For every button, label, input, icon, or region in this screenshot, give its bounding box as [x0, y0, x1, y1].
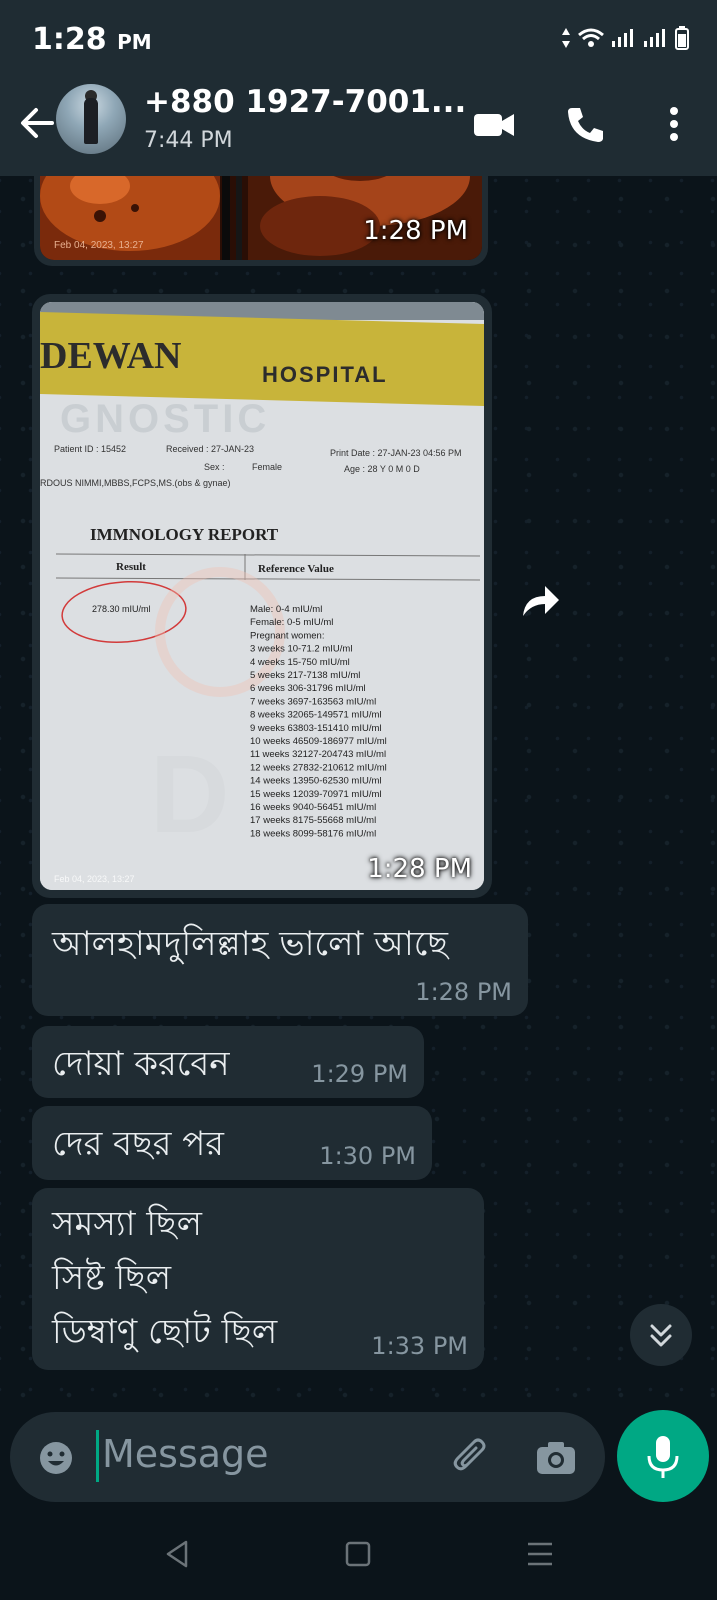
voice-call-icon[interactable]	[562, 100, 610, 148]
emoji-icon[interactable]	[38, 1440, 74, 1476]
forward-icon[interactable]	[515, 576, 565, 626]
image-overlay-date: Feb 04, 2023, 13:27	[54, 874, 135, 884]
report-reference-line: 15 weeks 12039-70971 mIU/ml	[250, 789, 382, 800]
scroll-to-bottom-button[interactable]	[630, 1304, 692, 1366]
message-bubble[interactable]: সমস্যা ছিল সিষ্ট ছিল ডিম্বাণু ছোট ছিল 1:…	[32, 1188, 484, 1370]
report-reference-line: 11 weeks 32127-204743 mIU/ml	[250, 749, 386, 760]
contact-avatar[interactable]	[56, 84, 126, 154]
status-bar: 1:28 PM	[0, 0, 717, 80]
message-bubble[interactable]: দের বছর পর 1:30 PM	[32, 1106, 432, 1180]
nav-back-icon[interactable]	[160, 1536, 196, 1572]
report-hospital-word: HOSPITAL	[262, 362, 388, 387]
attach-icon[interactable]	[450, 1436, 494, 1480]
message-input[interactable]: Message	[102, 1432, 269, 1476]
message-text: দোয়া করবেন	[52, 1044, 230, 1084]
report-col-result: Result	[116, 561, 146, 573]
report-reference-line: 14 weeks 13950-62530 mIU/ml	[250, 776, 382, 787]
message-time: 1:28 PM	[415, 978, 512, 1006]
report-image: DEWAN HOSPITAL GNOSTIC Patient ID : 1545…	[40, 302, 484, 890]
image-overlay-date: Feb 04, 2023, 13:27	[54, 240, 144, 251]
chat-header: +880 1927-7001... 7:44 PM	[0, 80, 717, 176]
report-photo: DEWAN HOSPITAL GNOSTIC Patient ID : 1545…	[40, 302, 484, 890]
report-reference-line: 7 weeks 3697-163563 mIU/ml	[250, 696, 376, 707]
report-doctor: RDOUS NIMMI,MBBS,FCPS,MS.(obs & gynae)	[40, 478, 231, 488]
more-options-icon[interactable]	[650, 100, 698, 148]
voice-message-button[interactable]	[617, 1410, 709, 1502]
report-hospital-name: DEWAN	[40, 335, 181, 377]
report-reference-line: 12 weeks 27832-210612 mIU/ml	[250, 762, 387, 773]
battery-icon	[675, 26, 689, 50]
report-patient-id: Patient ID : 15452	[54, 444, 126, 454]
report-reference-line: 10 weeks 46509-186977 mIU/ml	[250, 736, 387, 747]
message-text-line: সমস্যা ছিল	[52, 1204, 202, 1244]
message-text: দের বছর পর	[52, 1124, 224, 1164]
report-reference-line: 4 weeks 15-750 mIU/ml	[250, 657, 350, 668]
message-input-bar[interactable]: Message	[10, 1412, 605, 1502]
message-time: 1:33 PM	[371, 1332, 468, 1360]
double-chevron-down-icon	[650, 1324, 672, 1347]
message-bubble[interactable]: দোয়া করবেন 1:29 PM	[32, 1026, 424, 1098]
report-watermark: GNOSTIC	[60, 397, 270, 441]
report-reference-line: 3 weeks 10-71.2 mIU/ml	[250, 644, 352, 655]
report-reference-line: 16 weeks 9040-56451 mIU/ml	[250, 802, 376, 813]
report-age: Age : 28 Y 0 M 0 D	[344, 464, 420, 474]
report-reference-line: 9 weeks 63803-151410 mIU/ml	[250, 723, 382, 734]
camera-icon[interactable]	[534, 1436, 578, 1480]
message-text-line: সিষ্ট ছিল	[52, 1258, 172, 1298]
microphone-icon	[647, 1436, 679, 1478]
image-message[interactable]: Feb 04, 2023, 13:27 1:28 PM	[34, 176, 488, 266]
report-received: Received : 27-JAN-23	[166, 444, 254, 454]
status-icons	[561, 26, 689, 50]
svg-text:D: D	[150, 733, 229, 856]
report-result-value: 278.30 mIU/ml	[92, 604, 151, 614]
signal-icon-2	[644, 29, 665, 47]
back-arrow-icon[interactable]	[14, 100, 60, 146]
data-arrows-icon	[562, 28, 570, 48]
report-print-date: Print Date : 27-JAN-23 04:56 PM	[330, 448, 462, 458]
report-col-reference: Reference Value	[258, 563, 334, 575]
message-bubble[interactable]: আলহামদুলিল্লাহ ভালো আছে 1:28 PM	[32, 904, 528, 1016]
report-reference-line: Male: 0-4 mIU/ml	[250, 604, 322, 615]
text-caret	[96, 1430, 99, 1482]
message-time: 1:28 PM	[363, 216, 468, 246]
report-reference-line: 6 weeks 306-31796 mIU/ml	[250, 683, 366, 694]
contact-name[interactable]: +880 1927-7001...	[144, 84, 466, 120]
video-call-icon[interactable]	[470, 100, 518, 148]
wifi-icon	[578, 28, 604, 47]
report-title: IMMNOLOGY REPORT	[90, 525, 279, 544]
message-time: 1:30 PM	[319, 1142, 416, 1170]
status-time-ampm: PM	[117, 30, 152, 54]
message-time: 1:29 PM	[311, 1060, 408, 1088]
message-time: 1:28 PM	[367, 854, 472, 884]
message-text: আলহামদুলিল্লাহ ভালো আছে	[52, 924, 449, 964]
report-reference-line: 5 weeks 217-7138 mIU/ml	[250, 670, 360, 681]
system-navigation-bar	[0, 1510, 717, 1600]
message-text-line: ডিম্বাণু ছোট ছিল	[52, 1312, 278, 1352]
status-time-value: 1:28	[32, 22, 107, 57]
report-sex-label: Sex :	[204, 462, 225, 472]
report-reference-line: 8 weeks 32065-149571 mIU/ml	[250, 710, 382, 721]
image-message-report[interactable]: DEWAN HOSPITAL GNOSTIC Patient ID : 1545…	[32, 294, 492, 898]
report-reference-line: 17 weeks 8175-55668 mIU/ml	[250, 815, 376, 826]
nav-menu-icon[interactable]	[522, 1536, 558, 1572]
status-time: 1:28 PM	[32, 22, 152, 57]
contact-last-seen: 7:44 PM	[144, 128, 233, 153]
report-sex-value: Female	[252, 462, 282, 472]
chat-area[interactable]: Feb 04, 2023, 13:27 1:28 PM DEWAN HOSPIT…	[0, 176, 717, 1400]
report-reference-line: 18 weeks 8099-58176 mIU/ml	[250, 828, 376, 839]
signal-icon-1	[612, 29, 633, 47]
report-reference-line: Female: 0-5 mIU/ml	[250, 617, 333, 628]
report-reference-line: Pregnant women:	[250, 630, 324, 641]
nav-home-icon[interactable]	[340, 1536, 376, 1572]
